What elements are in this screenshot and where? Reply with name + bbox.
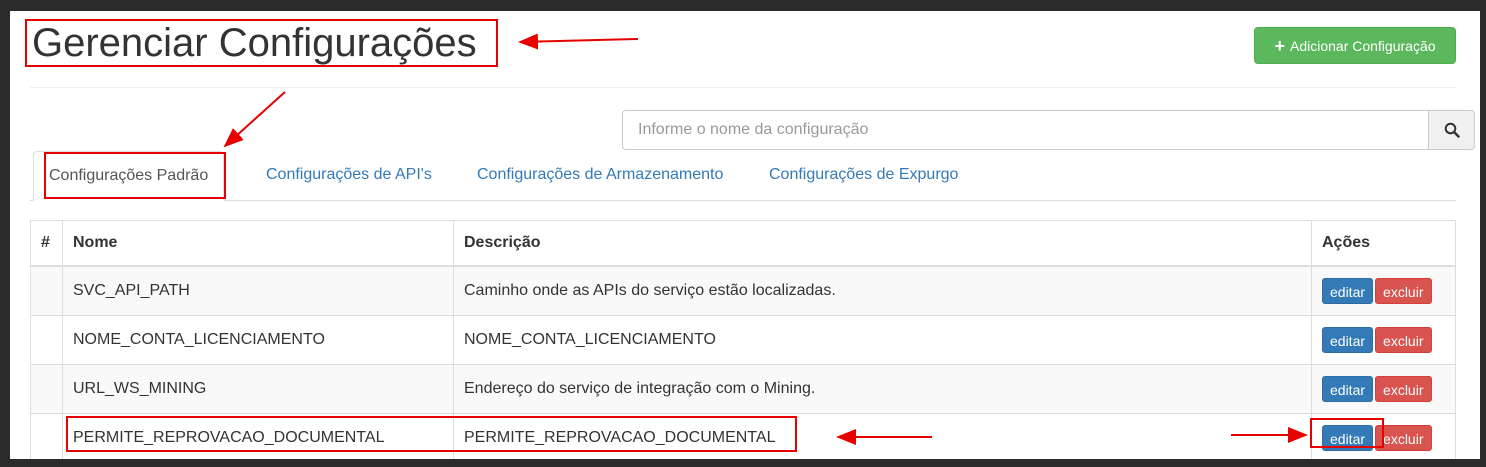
- page-title: Gerenciar Configurações: [32, 21, 477, 65]
- table-row: NOME_CONTA_LICENCIAMENTO NOME_CONTA_LICE…: [30, 315, 1456, 365]
- row-num: [30, 265, 63, 316]
- table-row: SVC_API_PATH Caminho onde as APIs do ser…: [30, 265, 1456, 316]
- tab-label: Configurações de API's: [266, 166, 432, 183]
- delete-button[interactable]: excluir: [1375, 278, 1432, 304]
- tab-configuracoes-padrao[interactable]: Configurações Padrão: [33, 151, 225, 201]
- tab-label: Configurações Padrão: [49, 167, 209, 184]
- edit-button[interactable]: editar: [1322, 376, 1374, 402]
- row-num: [30, 364, 63, 414]
- row-num: [30, 315, 63, 365]
- row-nome: NOME_CONTA_LICENCIAMENTO: [62, 315, 454, 365]
- add-configuration-button[interactable]: + Adicionar Configuração: [1254, 27, 1456, 64]
- tab-label: Configurações de Expurgo: [769, 166, 959, 183]
- header-descricao: Descrição: [453, 220, 1312, 267]
- configurations-table: # Nome Descrição Ações SVC_API_PATH Cami…: [30, 220, 1456, 459]
- table-row: URL_WS_MINING Endereço do serviço de int…: [30, 364, 1456, 414]
- tab-configuracoes-expurgo[interactable]: Configurações de Expurgo: [754, 151, 973, 201]
- row-nome: SVC_API_PATH: [62, 265, 454, 316]
- header-nome: Nome: [62, 220, 454, 267]
- search-bar: [622, 110, 1475, 150]
- table-header-row: # Nome Descrição Ações: [30, 220, 1456, 267]
- header-acoes: Ações: [1311, 220, 1456, 267]
- delete-button[interactable]: excluir: [1375, 376, 1432, 402]
- edit-button[interactable]: editar: [1322, 327, 1374, 353]
- delete-button[interactable]: excluir: [1375, 327, 1432, 353]
- search-icon: [1444, 122, 1460, 138]
- row-descricao: PERMITE_REPROVACAO_DOCUMENTAL: [453, 413, 1312, 459]
- app-window: Gerenciar Configurações + Adicionar Conf…: [10, 11, 1480, 459]
- arrow-to-tab: [223, 91, 286, 148]
- row-actions: editar excluir: [1311, 364, 1456, 414]
- tab-label: Configurações de Armazenamento: [477, 166, 724, 183]
- header-divider: [30, 87, 1456, 88]
- row-actions: editar excluir: [1311, 413, 1456, 459]
- edit-button[interactable]: editar: [1322, 425, 1374, 451]
- add-configuration-label: Adicionar Configuração: [1289, 37, 1436, 54]
- search-button[interactable]: [1428, 110, 1475, 150]
- tab-configuracoes-apis[interactable]: Configurações de API's: [251, 151, 447, 201]
- plus-icon: +: [1274, 35, 1285, 56]
- row-nome: URL_WS_MINING: [62, 364, 454, 414]
- row-actions: editar excluir: [1311, 265, 1456, 316]
- table-row: PERMITE_REPROVACAO_DOCUMENTAL PERMITE_RE…: [30, 413, 1456, 459]
- row-descricao: Endereço do serviço de integração com o …: [453, 364, 1312, 414]
- header-num: #: [30, 220, 63, 267]
- edit-button[interactable]: editar: [1322, 278, 1374, 304]
- delete-button[interactable]: excluir: [1375, 425, 1432, 451]
- row-num: [30, 413, 63, 459]
- row-descricao: NOME_CONTA_LICENCIAMENTO: [453, 315, 1312, 365]
- tab-configuracoes-armazenamento[interactable]: Configurações de Armazenamento: [462, 151, 738, 201]
- row-actions: editar excluir: [1311, 315, 1456, 365]
- row-nome: PERMITE_REPROVACAO_DOCUMENTAL: [62, 413, 454, 459]
- row-descricao: Caminho onde as APIs do serviço estão lo…: [453, 265, 1312, 316]
- arrow-to-title: [518, 33, 639, 50]
- search-input[interactable]: [622, 110, 1428, 150]
- tab-bar: Configurações Padrão Configurações de AP…: [30, 151, 1456, 201]
